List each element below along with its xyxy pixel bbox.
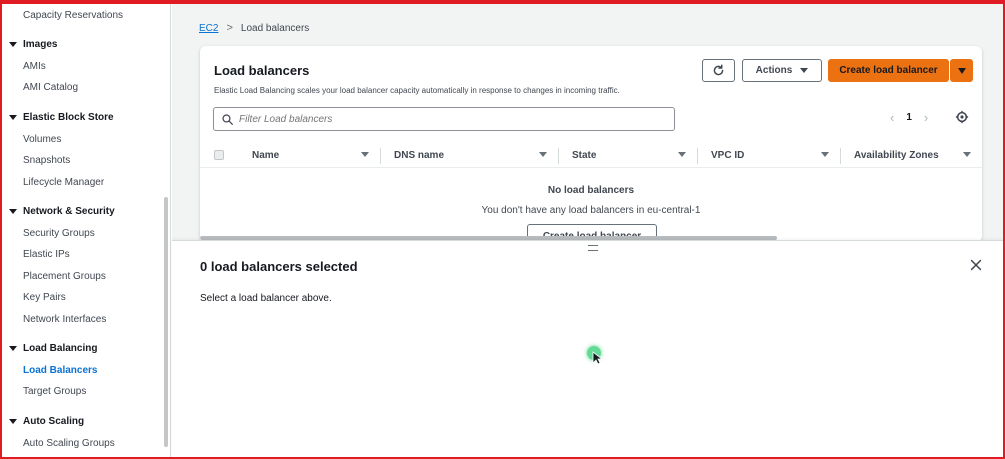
sidebar-section-auto-scaling[interactable]: Auto Scaling xyxy=(9,416,84,427)
sidebar-item-amis[interactable]: AMIs xyxy=(23,61,46,72)
create-options-dropdown-button[interactable] xyxy=(950,59,973,82)
column-divider[interactable] xyxy=(697,148,698,164)
caret-down-icon xyxy=(9,419,17,424)
filter-input[interactable] xyxy=(239,113,659,125)
sidebar-section-load-balancing[interactable]: Load Balancing xyxy=(9,343,97,354)
sidebar-section-label: Network & Security xyxy=(23,206,115,217)
sidebar-item-snapshots[interactable]: Snapshots xyxy=(23,155,70,166)
sidebar-item-auto-scaling-groups[interactable]: Auto Scaling Groups xyxy=(23,438,115,449)
sort-icon[interactable] xyxy=(963,152,971,157)
page-title: Load balancers xyxy=(214,63,310,78)
chevron-right-icon[interactable]: › xyxy=(924,110,928,125)
sidebar-scrollbar[interactable] xyxy=(164,197,168,447)
search-icon xyxy=(222,113,233,125)
page-description: Elastic Load Balancing scales your load … xyxy=(214,86,620,95)
sidebar-item-volumes[interactable]: Volumes xyxy=(23,134,61,145)
sidebar-navigation: Capacity Reservations Images AMIs AMI Ca… xyxy=(2,2,171,457)
column-divider[interactable] xyxy=(380,148,381,164)
select-all-checkbox[interactable] xyxy=(214,150,224,160)
mouse-cursor-icon xyxy=(592,351,602,365)
table-header: Name DNS name State VPC ID Availability … xyxy=(200,144,982,168)
split-panel-title: 0 load balancers selected xyxy=(200,259,358,274)
split-panel-description: Select a load balancer above. xyxy=(200,293,332,304)
sidebar-section-label: Images xyxy=(23,39,58,50)
caret-down-icon xyxy=(9,346,17,351)
sidebar-item-lifecycle-manager[interactable]: Lifecycle Manager xyxy=(23,177,104,188)
window-frame-top xyxy=(0,0,1005,4)
load-balancers-table-panel: Load balancers Elastic Load Balancing sc… xyxy=(200,46,982,242)
settings-icon[interactable] xyxy=(955,110,969,124)
refresh-button[interactable] xyxy=(702,59,735,82)
breadcrumb: EC2 > Load balancers xyxy=(199,22,309,34)
sidebar-section-label: Load Balancing xyxy=(23,343,98,354)
column-header-dns-name[interactable]: DNS name xyxy=(394,150,444,161)
caret-down-icon xyxy=(957,67,966,74)
caret-down-icon xyxy=(800,68,809,73)
sidebar-item-target-groups[interactable]: Target Groups xyxy=(23,386,86,397)
sort-icon[interactable] xyxy=(361,152,369,157)
filter-field[interactable] xyxy=(213,107,675,131)
sidebar-item-elastic-ips[interactable]: Elastic IPs xyxy=(23,249,70,260)
column-header-vpc-id[interactable]: VPC ID xyxy=(711,150,744,161)
breadcrumb-separator: > xyxy=(226,22,233,34)
drag-handle-icon[interactable] xyxy=(588,245,598,251)
caret-down-icon xyxy=(9,209,17,214)
pagination: ‹ 1 › xyxy=(890,110,928,125)
sort-icon[interactable] xyxy=(678,152,686,157)
actions-dropdown-button[interactable]: Actions xyxy=(742,59,822,82)
create-load-balancer-button[interactable]: Create load balancer xyxy=(828,59,949,82)
sidebar-item-network-interfaces[interactable]: Network Interfaces xyxy=(23,314,106,325)
breadcrumb-current: Load balancers xyxy=(240,22,310,34)
details-split-panel: 0 load balancers selected Select a load … xyxy=(172,240,1003,457)
caret-down-icon xyxy=(9,115,17,120)
sort-icon[interactable] xyxy=(539,152,547,157)
chevron-left-icon[interactable]: ‹ xyxy=(890,110,894,125)
sidebar-item-key-pairs[interactable]: Key Pairs xyxy=(23,292,66,303)
empty-state-title: No load balancers xyxy=(547,185,635,196)
breadcrumb-link-ec2[interactable]: EC2 xyxy=(199,23,218,34)
column-header-state[interactable]: State xyxy=(572,150,596,161)
sidebar-item-ami-catalog[interactable]: AMI Catalog xyxy=(23,82,78,93)
sidebar-section-elastic-block-store[interactable]: Elastic Block Store xyxy=(9,112,114,123)
column-header-name[interactable]: Name xyxy=(252,150,279,161)
sidebar-item-capacity-reservations[interactable]: Capacity Reservations xyxy=(23,10,123,21)
sidebar-item-placement-groups[interactable]: Placement Groups xyxy=(23,271,106,282)
sidebar-item-load-balancers[interactable]: Load Balancers xyxy=(23,365,97,376)
sidebar-section-network-security[interactable]: Network & Security xyxy=(9,206,115,217)
empty-state-description: You don't have any load balancers in eu-… xyxy=(481,205,701,216)
column-divider[interactable] xyxy=(558,148,559,164)
actions-button-label: Actions xyxy=(755,65,793,76)
sidebar-section-label: Elastic Block Store xyxy=(23,112,114,123)
sidebar-section-images[interactable]: Images xyxy=(9,39,57,50)
page-number[interactable]: 1 xyxy=(906,112,912,123)
column-header-availability-zones[interactable]: Availability Zones xyxy=(854,150,939,161)
sidebar-section-label: Auto Scaling xyxy=(23,416,85,427)
refresh-icon xyxy=(713,64,724,76)
column-divider[interactable] xyxy=(840,148,841,164)
caret-down-icon xyxy=(9,42,17,47)
sort-icon[interactable] xyxy=(821,152,829,157)
sidebar-item-security-groups[interactable]: Security Groups xyxy=(23,228,95,239)
close-icon[interactable] xyxy=(969,258,983,272)
